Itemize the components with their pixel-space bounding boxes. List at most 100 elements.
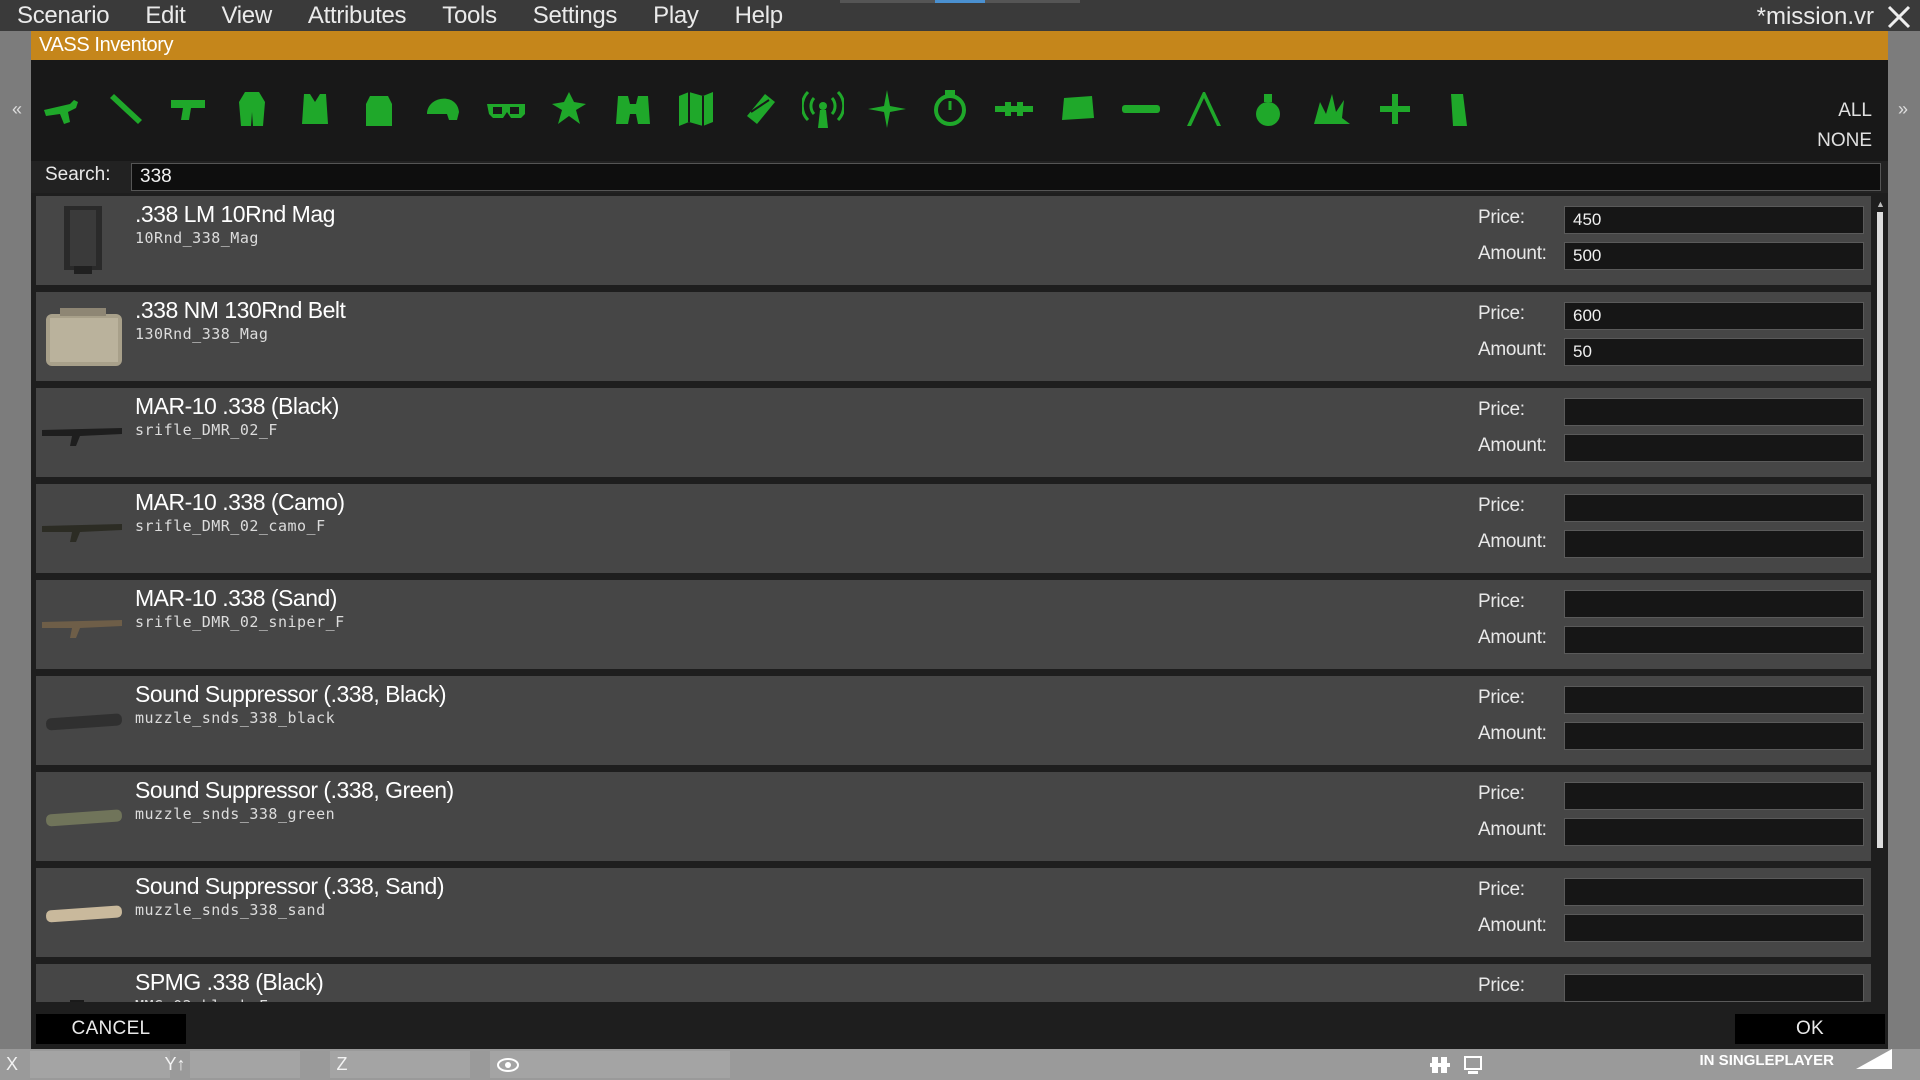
compass-icon[interactable]: [862, 86, 912, 132]
assault-rifle-icon[interactable]: [36, 86, 86, 132]
list-item[interactable]: .338 NM 130Rnd Belt 130Rnd_338_Mag Price: A…: [36, 292, 1871, 381]
magazine-icon[interactable]: [1433, 86, 1483, 132]
price-input[interactable]: [1564, 878, 1864, 906]
scroll-up-icon[interactable]: ▲: [1876, 200, 1885, 209]
price-input[interactable]: [1564, 590, 1864, 618]
category-bar: ALL NONE: [31, 60, 1888, 161]
helmet-icon[interactable]: [417, 86, 467, 132]
price-input[interactable]: [1564, 206, 1864, 234]
amount-input[interactable]: [1564, 242, 1864, 270]
menu-view[interactable]: View: [203, 0, 289, 31]
amount-label: Amount:: [1478, 435, 1547, 456]
item-classname: srifle_DMR_02_camo_F: [135, 517, 326, 535]
select-all-button[interactable]: ALL: [1838, 100, 1872, 122]
explosive-icon[interactable]: [1306, 86, 1356, 132]
price-input[interactable]: [1564, 974, 1864, 1002]
search-input[interactable]: [131, 163, 1881, 191]
menu-help[interactable]: Help: [717, 0, 801, 31]
amount-input[interactable]: [1564, 722, 1864, 750]
npc-item-icon[interactable]: [544, 86, 594, 132]
dialog-footer: CANCEL OK: [31, 1006, 1888, 1049]
item-classname: MMG_02_black_F: [135, 997, 268, 1002]
collapse-right-icon[interactable]: »: [1898, 99, 1908, 120]
amount-label: Amount:: [1478, 339, 1547, 360]
list-item[interactable]: SPMG .338 (Black)MMG_02_black_FPrice:Amo…: [36, 964, 1871, 1002]
map-icon[interactable]: [671, 86, 721, 132]
price-label: Price:: [1478, 591, 1525, 612]
grenade-icon[interactable]: [1243, 86, 1293, 132]
item-classname: 10Rnd_338_Mag: [135, 229, 259, 247]
gps-icon[interactable]: [735, 86, 785, 132]
list-item[interactable]: MAR-10 .338 (Black) srifle_DMR_02_F Price:…: [36, 388, 1871, 477]
top-progress-indicator: [840, 0, 1080, 3]
price-input[interactable]: [1564, 686, 1864, 714]
list-item[interactable]: MAR-10 .338 (Camo) srifle_DMR_02_camo_F Pr…: [36, 484, 1871, 573]
amount-input[interactable]: [1564, 530, 1864, 558]
watch-icon[interactable]: [925, 86, 975, 132]
amount-input[interactable]: [1564, 818, 1864, 846]
price-label: Price:: [1478, 399, 1525, 420]
uniform-icon[interactable]: [227, 86, 277, 132]
amount-label: Amount:: [1478, 723, 1547, 744]
menu-edit[interactable]: Edit: [127, 0, 203, 31]
menu-settings[interactable]: Settings: [515, 0, 635, 31]
amount-input[interactable]: [1564, 338, 1864, 366]
eye-icon[interactable]: [496, 1057, 520, 1073]
item-classname: muzzle_snds_338_green: [135, 805, 336, 823]
axis-z-tool[interactable]: Z: [330, 1049, 354, 1080]
pistol-icon[interactable]: [163, 86, 213, 132]
amount-input[interactable]: [1564, 434, 1864, 462]
price-label: Price:: [1478, 303, 1525, 324]
cancel-button[interactable]: CANCEL: [36, 1014, 186, 1044]
search-label: Search:: [45, 164, 111, 185]
price-input[interactable]: [1564, 302, 1864, 330]
play-flag-icon[interactable]: [1856, 1049, 1892, 1069]
monitor-icon[interactable]: [1462, 1055, 1484, 1075]
grid-snap-icon[interactable]: [1430, 1055, 1452, 1075]
rail-icon[interactable]: [1179, 86, 1229, 132]
backpack-icon[interactable]: [354, 86, 404, 132]
bipod-icon[interactable]: [1052, 86, 1102, 132]
menu-scenario[interactable]: Scenario: [0, 0, 127, 31]
launcher-icon[interactable]: [100, 86, 150, 132]
radio-icon[interactable]: [798, 86, 848, 132]
price-input[interactable]: [1564, 398, 1864, 426]
muzzle-icon[interactable]: [1116, 86, 1166, 132]
menu-play[interactable]: Play: [635, 0, 717, 31]
select-none-button[interactable]: NONE: [1817, 130, 1872, 152]
amount-label: Amount:: [1478, 243, 1547, 264]
binoculars-icon[interactable]: [608, 86, 658, 132]
list-item[interactable]: MAR-10 .338 (Sand) srifle_DMR_02_sniper_F…: [36, 580, 1871, 669]
vass-inventory-dialog: VASS Inventory ALL NONE Search: .338 LM …: [31, 31, 1888, 1049]
collapse-left-icon[interactable]: «: [12, 99, 22, 120]
menu-attributes[interactable]: Attributes: [290, 0, 424, 31]
item-thumbnail: [40, 584, 126, 664]
menu-tools[interactable]: Tools: [424, 0, 515, 31]
list-scrollbar[interactable]: ▲ ▼: [1874, 196, 1886, 1026]
list-item[interactable]: Sound Suppressor (.338, Green) muzzle_snd…: [36, 772, 1871, 861]
price-label: Price:: [1478, 687, 1525, 708]
item-name: MAR-10 .338 (Camo): [135, 489, 345, 515]
axis-y-tool[interactable]: Y↑: [160, 1049, 190, 1080]
ok-button[interactable]: OK: [1735, 1014, 1885, 1044]
dialog-title: VASS Inventory: [31, 31, 1888, 60]
amount-input[interactable]: [1564, 626, 1864, 654]
price-input[interactable]: [1564, 782, 1864, 810]
list-item[interactable]: .338 LM 10Rnd Mag 10Rnd_338_Mag Price: Amou…: [36, 196, 1871, 285]
goggles-icon[interactable]: [481, 86, 531, 132]
medkit-icon[interactable]: [1370, 86, 1420, 132]
price-input[interactable]: [1564, 494, 1864, 522]
list-item[interactable]: Sound Suppressor (.338, Black) muzzle_snd…: [36, 676, 1871, 765]
list-item[interactable]: Sound Suppressor (.338, Sand) muzzle_snds…: [36, 868, 1871, 957]
vest-icon[interactable]: [290, 86, 340, 132]
item-classname: srifle_DMR_02_F: [135, 421, 278, 439]
axis-x-tool[interactable]: X: [0, 1049, 24, 1080]
scrollbar-thumb[interactable]: [1877, 212, 1883, 848]
price-label: Price:: [1478, 783, 1525, 804]
close-icon[interactable]: [1884, 2, 1914, 32]
amount-label: Amount:: [1478, 819, 1547, 840]
item-name: MAR-10 .338 (Sand): [135, 585, 337, 611]
amount-input[interactable]: [1564, 914, 1864, 942]
scope-icon[interactable]: [989, 86, 1039, 132]
search-row: Search:: [31, 161, 1888, 193]
